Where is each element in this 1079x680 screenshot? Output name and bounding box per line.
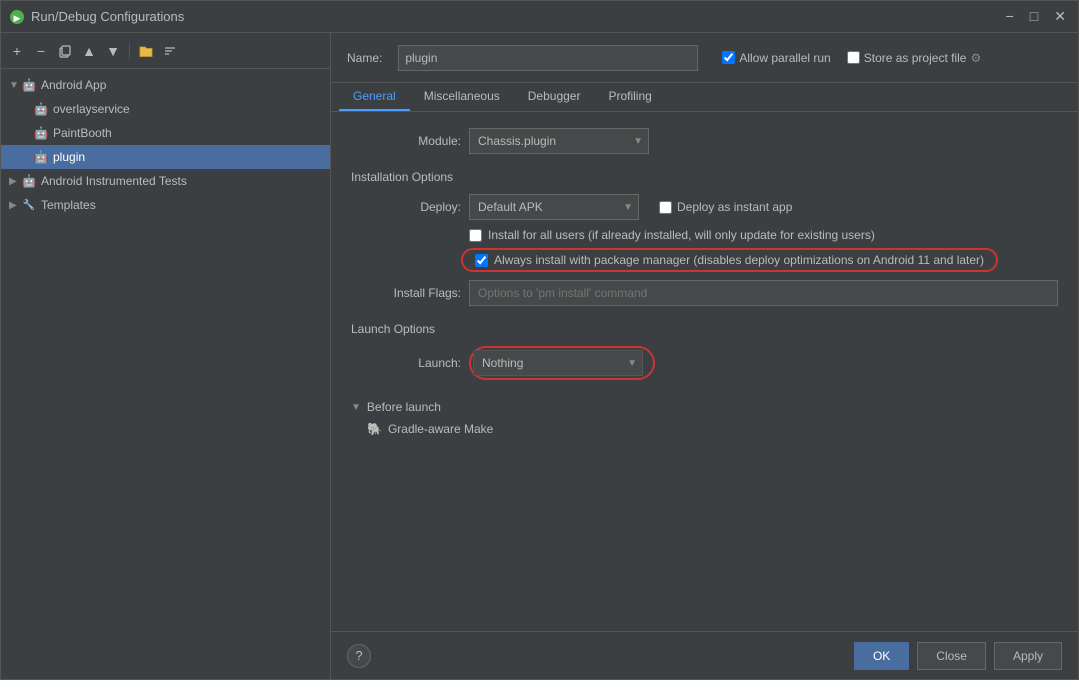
toolbar-separator	[129, 43, 130, 59]
help-button[interactable]: ?	[347, 644, 371, 668]
tab-profiling[interactable]: Profiling	[594, 83, 665, 111]
deploy-label: Deploy:	[351, 200, 461, 214]
bottom-buttons: OK Close Apply	[854, 642, 1062, 670]
before-launch-label: Before launch	[367, 400, 441, 414]
module-select[interactable]: Chassis.plugin	[469, 128, 649, 154]
gear-icon[interactable]: ⚙	[970, 51, 981, 65]
allow-parallel-checkbox[interactable]	[722, 51, 735, 64]
sidebar: + − ▲ ▼	[1, 33, 331, 679]
expand-arrow: ▶	[9, 200, 21, 211]
before-launch-section: ▼ Before launch 🐘 Gradle-aware Make	[351, 400, 1058, 436]
before-launch-header[interactable]: ▼ Before launch	[351, 400, 1058, 414]
store-project-row: Store as project file ⚙	[847, 51, 981, 65]
launch-highlighted: Nothing Default Activity Specified Activ…	[469, 346, 655, 380]
launch-label: Launch:	[351, 356, 461, 370]
gradle-item: 🐘 Gradle-aware Make	[351, 422, 1058, 436]
titlebar-controls: − □ ✕	[1002, 6, 1070, 27]
module-row: Module: Chassis.plugin ▼	[351, 128, 1058, 154]
launch-row: Launch: Nothing Default Activity Specifi…	[351, 346, 1058, 380]
gradle-icon: 🐘	[367, 422, 382, 436]
tree-label: PaintBooth	[53, 126, 112, 140]
store-project-label: Store as project file	[864, 51, 967, 65]
main-content: + − ▲ ▼	[1, 33, 1078, 679]
install-all-users-checkbox[interactable]	[469, 229, 482, 242]
module-select-wrap: Chassis.plugin ▼	[469, 128, 649, 154]
wrench-icon: 🔧	[21, 197, 37, 213]
top-bar: Name: Allow parallel run Store as projec…	[331, 33, 1078, 83]
tree-label: plugin	[53, 150, 85, 164]
window-title: Run/Debug Configurations	[31, 9, 184, 24]
expand-arrow: ▼	[9, 80, 21, 91]
tree-label: overlayservice	[53, 102, 130, 116]
move-down-button[interactable]: ▼	[103, 41, 123, 61]
install-all-users-label: Install for all users (if already instal…	[488, 228, 875, 242]
android-icon: 🤖	[33, 149, 49, 165]
copy-button[interactable]	[55, 41, 75, 61]
installation-options-label: Installation Options	[351, 170, 1058, 184]
tree-item-plugin[interactable]: 🤖 plugin	[1, 145, 330, 169]
main-window: ▶ Run/Debug Configurations − □ ✕ + −	[0, 0, 1079, 680]
move-up-button[interactable]: ▲	[79, 41, 99, 61]
panel-content: Module: Chassis.plugin ▼ Installation Op…	[331, 112, 1078, 631]
svg-text:▶: ▶	[14, 13, 21, 23]
minimize-button[interactable]: −	[1002, 6, 1018, 27]
install-all-users-row: Install for all users (if already instal…	[351, 228, 1058, 242]
config-tree: ▼ 🤖 Android App 🤖 overlayservice 🤖 Paint…	[1, 69, 330, 679]
bottom-bar: ? OK Close Apply	[331, 631, 1078, 679]
tab-debugger[interactable]: Debugger	[514, 83, 595, 111]
android-icon: 🤖	[21, 77, 37, 93]
deploy-row: Deploy: Default APK APK from app bundle …	[351, 194, 1058, 220]
sort-button[interactable]	[160, 41, 180, 61]
tree-item-android-instrumented[interactable]: ▶ 🤖 Android Instrumented Tests	[1, 169, 330, 193]
collapse-icon: ▼	[351, 402, 361, 413]
close-button[interactable]: Close	[917, 642, 986, 670]
deploy-select[interactable]: Default APK APK from app bundle Nothing	[469, 194, 639, 220]
tree-item-overlayservice[interactable]: 🤖 overlayservice	[1, 97, 330, 121]
allow-parallel-row: Allow parallel run	[722, 51, 830, 65]
always-install-label: Always install with package manager (dis…	[494, 253, 984, 267]
tab-miscellaneous[interactable]: Miscellaneous	[410, 83, 514, 111]
right-panel: Name: Allow parallel run Store as projec…	[331, 33, 1078, 679]
name-label: Name:	[347, 51, 382, 65]
tree-label: Android Instrumented Tests	[41, 174, 187, 188]
close-button[interactable]: ✕	[1050, 6, 1070, 27]
launch-options-label: Launch Options	[351, 322, 1058, 336]
gradle-label: Gradle-aware Make	[388, 422, 493, 436]
store-project-checkbox[interactable]	[847, 51, 860, 64]
allow-parallel-label: Allow parallel run	[739, 51, 830, 65]
deploy-instant-checkbox[interactable]	[659, 201, 672, 214]
install-flags-input[interactable]	[469, 280, 1058, 306]
sidebar-toolbar: + − ▲ ▼	[1, 33, 330, 69]
app-icon: ▶	[9, 9, 25, 25]
apply-button[interactable]: Apply	[994, 642, 1062, 670]
tab-general[interactable]: General	[339, 83, 410, 111]
folder-button[interactable]	[136, 41, 156, 61]
launch-select[interactable]: Nothing Default Activity Specified Activ…	[473, 350, 643, 376]
tree-item-templates[interactable]: ▶ 🔧 Templates	[1, 193, 330, 217]
install-flags-label: Install Flags:	[351, 286, 461, 300]
launch-select-wrap: Nothing Default Activity Specified Activ…	[473, 350, 643, 376]
tabs-bar: General Miscellaneous Debugger Profiling	[331, 83, 1078, 112]
titlebar-left: ▶ Run/Debug Configurations	[9, 9, 184, 25]
android-icon: 🤖	[33, 101, 49, 117]
tree-label: Android App	[41, 78, 106, 92]
tree-item-paintbooth[interactable]: 🤖 PaintBooth	[1, 121, 330, 145]
maximize-button[interactable]: □	[1026, 6, 1042, 27]
add-button[interactable]: +	[7, 41, 27, 61]
name-input[interactable]	[398, 45, 698, 71]
deploy-instant-label: Deploy as instant app	[677, 200, 792, 214]
install-flags-row: Install Flags:	[351, 280, 1058, 306]
always-install-checkbox[interactable]	[475, 254, 488, 267]
always-install-row: Always install with package manager (dis…	[461, 248, 998, 272]
deploy-select-wrap: Default APK APK from app bundle Nothing …	[469, 194, 639, 220]
remove-button[interactable]: −	[31, 41, 51, 61]
android-icon: 🤖	[33, 125, 49, 141]
module-label: Module:	[351, 134, 461, 148]
android-icon: 🤖	[21, 173, 37, 189]
expand-arrow: ▶	[9, 176, 21, 187]
ok-button[interactable]: OK	[854, 642, 909, 670]
tree-label: Templates	[41, 198, 96, 212]
titlebar: ▶ Run/Debug Configurations − □ ✕	[1, 1, 1078, 33]
tree-item-android-app[interactable]: ▼ 🤖 Android App	[1, 73, 330, 97]
